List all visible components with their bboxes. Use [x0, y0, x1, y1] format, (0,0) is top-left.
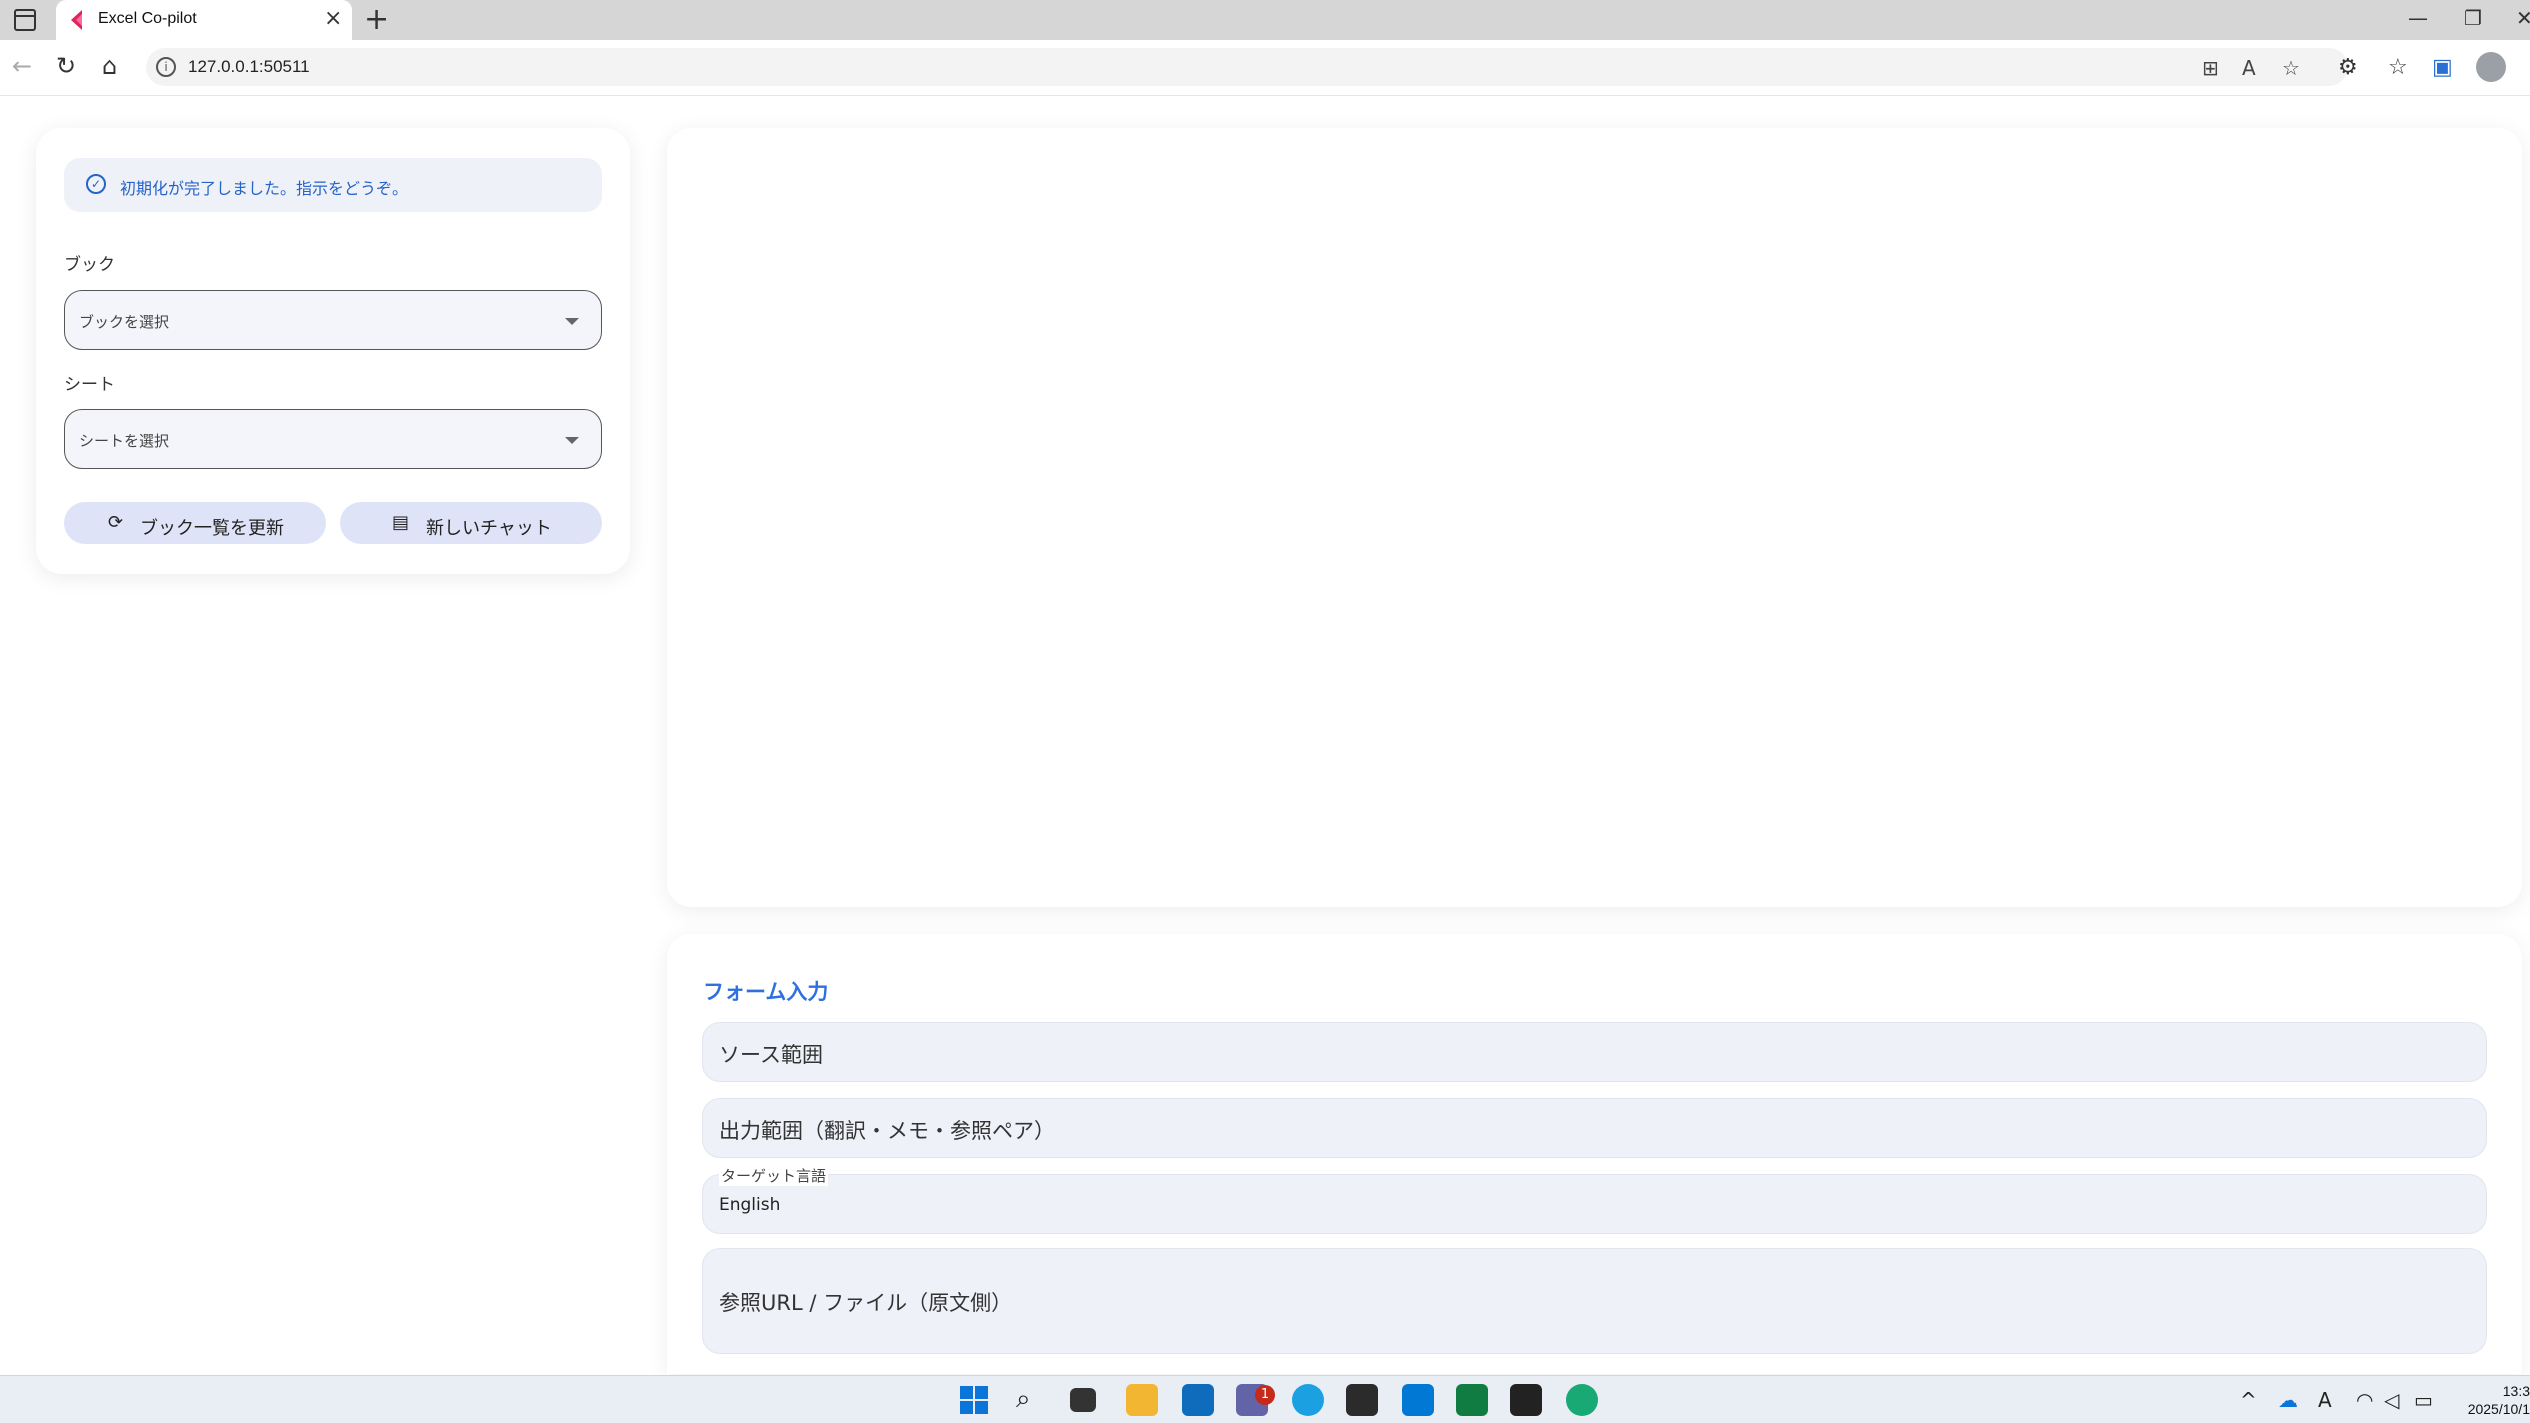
home-icon[interactable]: ⌂ [102, 52, 117, 80]
vscode-icon[interactable] [1402, 1384, 1434, 1416]
refresh-books-button[interactable]: ⟳ ブック一覧を更新 [64, 502, 326, 544]
collections-icon[interactable]: ▣ [2432, 55, 2453, 80]
reload-icon[interactable]: ↻ [56, 52, 76, 80]
target-language-label: ターゲット言語 [719, 1165, 829, 1186]
chat-icon: ▤ [392, 512, 410, 533]
status-text: 初期化が完了しました。指示をどうぞ。 [120, 179, 409, 198]
excel-icon[interactable] [1456, 1384, 1488, 1416]
favorite-star-icon[interactable]: ☆ [2282, 56, 2300, 80]
file-explorer-icon[interactable] [1126, 1384, 1158, 1416]
form-title: フォーム入力 [703, 980, 829, 1004]
close-tab-icon[interactable]: × [324, 6, 342, 31]
back-icon[interactable]: ← [12, 52, 32, 80]
chat-panel [667, 128, 2522, 907]
sheet-label: シート [64, 375, 115, 395]
check-circle-icon: ✓ [86, 174, 106, 194]
book-select[interactable]: ブックを選択 [64, 290, 602, 350]
clock-date: 2025/10/1 [2467, 1401, 2530, 1417]
outlook-icon[interactable] [1182, 1384, 1214, 1416]
extensions-icon[interactable]: ⚙ [2338, 55, 2358, 80]
sheet-select[interactable]: シートを選択 [64, 409, 602, 469]
task-view-icon[interactable] [1070, 1388, 1096, 1412]
target-language-input[interactable]: ターゲット言語 English [702, 1165, 2487, 1234]
search-icon[interactable]: ⌕ [1016, 1384, 1031, 1415]
control-panel: ✓ 初期化が完了しました。指示をどうぞ。 ブック ブックを選択 シート シートを… [36, 128, 630, 574]
book-select-placeholder: ブックを選択 [79, 313, 170, 331]
clock[interactable]: 13:3 2025/10/1 [2458, 1382, 2530, 1418]
new-tab-button[interactable]: + [364, 2, 389, 37]
browser-tab-bar: Excel Co-pilot × + — ❐ ✕ [0, 0, 2530, 40]
browser-tab[interactable]: Excel Co-pilot × [56, 0, 352, 40]
volume-icon[interactable]: ◁ [2384, 1388, 2399, 1412]
chevron-down-icon [565, 318, 579, 325]
onedrive-icon[interactable]: ☁ [2278, 1388, 2298, 1412]
7zip-icon[interactable] [1510, 1384, 1542, 1416]
address-bar-row: ← ↻ ⌂ i 127.0.0.1:50511 ⊞ A ☆ ⚙ ☆ ▣ [0, 40, 2530, 96]
edge-icon[interactable] [1292, 1384, 1324, 1416]
url-text: 127.0.0.1:50511 [188, 57, 310, 76]
output-range-placeholder: 出力範囲（翻訳・メモ・参照ペア） [719, 1119, 1055, 1143]
form-panel: フォーム入力 ソース範囲 出力範囲（翻訳・メモ・参照ペア） ターゲット言語 En… [667, 934, 2522, 1374]
ime-icon[interactable]: A [2318, 1388, 2332, 1412]
close-window-icon[interactable]: ✕ [2516, 6, 2530, 30]
teams-notification-badge: 1 [1255, 1385, 1275, 1405]
app-available-icon[interactable]: ⊞ [2202, 56, 2219, 80]
edge-dev-icon[interactable] [1566, 1384, 1598, 1416]
battery-icon[interactable]: ▭ [2414, 1388, 2433, 1412]
tab-actions-icon[interactable] [14, 9, 36, 31]
minimize-icon[interactable]: — [2408, 6, 2428, 30]
read-aloud-icon[interactable]: A [2242, 56, 2256, 80]
site-info-icon[interactable]: i [156, 57, 176, 77]
terminal-icon[interactable] [1346, 1384, 1378, 1416]
tab-title: Excel Co-pilot [98, 10, 197, 27]
book-label: ブック [64, 255, 115, 275]
reference-url-placeholder: 参照URL / ファイル（原文側） [719, 1291, 1013, 1315]
app-logo-icon [71, 10, 82, 30]
new-chat-label: 新しいチャット [426, 518, 552, 539]
source-range-placeholder: ソース範囲 [719, 1043, 823, 1067]
status-banner: ✓ 初期化が完了しました。指示をどうぞ。 [64, 158, 602, 212]
refresh-books-label: ブック一覧を更新 [140, 518, 284, 539]
clock-time: 13:3 [2502, 1383, 2530, 1399]
chevron-up-icon[interactable]: ^ [2240, 1388, 2257, 1412]
target-language-value: English [719, 1195, 781, 1215]
wifi-icon[interactable]: ◠ [2356, 1388, 2373, 1412]
chevron-down-icon [565, 437, 579, 444]
output-range-input[interactable]: 出力範囲（翻訳・メモ・参照ペア） [702, 1098, 2487, 1158]
url-field[interactable]: i 127.0.0.1:50511 ⊞ A ☆ [146, 48, 2348, 86]
source-range-input[interactable]: ソース範囲 [702, 1022, 2487, 1082]
new-chat-button[interactable]: ▤ 新しいチャット [340, 502, 602, 544]
favorites-icon[interactable]: ☆ [2388, 55, 2408, 80]
refresh-icon: ⟳ [108, 512, 124, 533]
restore-icon[interactable]: ❐ [2464, 6, 2482, 30]
profile-avatar[interactable] [2476, 52, 2506, 82]
sheet-select-placeholder: シートを選択 [79, 432, 170, 450]
reference-url-input[interactable]: 参照URL / ファイル（原文側） [702, 1248, 2487, 1354]
windows-start-icon[interactable] [958, 1384, 990, 1416]
